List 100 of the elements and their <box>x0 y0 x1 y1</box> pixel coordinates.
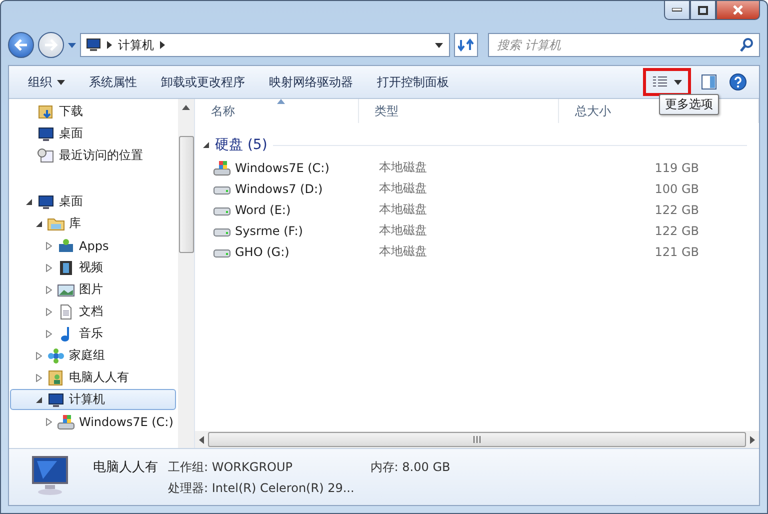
tree-item[interactable]: 音乐 <box>10 323 176 344</box>
collapsed-arrow-icon[interactable] <box>45 418 53 426</box>
close-button[interactable] <box>716 1 760 20</box>
detail-field: 工作组: WORKGROUP <box>168 459 358 476</box>
maximize-button[interactable] <box>690 1 716 20</box>
tooltip: 更多选项 <box>659 94 719 115</box>
computer-name: 电脑人人有 <box>93 459 158 476</box>
history-dropdown-icon[interactable] <box>68 42 76 48</box>
type-cell-text: 本地磁盘 <box>378 180 428 197</box>
homegroup-icon <box>47 348 65 364</box>
scroll-up-arrow-icon[interactable] <box>182 105 190 110</box>
desktop-icon <box>37 194 55 210</box>
breadcrumb-item[interactable]: 计算机 <box>118 36 154 54</box>
expanded-arrow-icon[interactable] <box>203 142 209 148</box>
favorite-item[interactable]: 最近访问的位置 <box>10 145 176 166</box>
toolbar-button[interactable]: 组织 <box>19 70 74 94</box>
system-drive-icon <box>213 160 231 176</box>
sort-arrow-icon <box>277 99 285 104</box>
back-button[interactable] <box>8 32 34 58</box>
desktop-icon <box>37 126 55 142</box>
horizontal-scrollbar[interactable] <box>195 431 759 448</box>
type-cell-text: 本地磁盘 <box>378 201 428 218</box>
type-cell-text: 本地磁盘 <box>378 222 428 239</box>
size-cell-text: 122 GB <box>654 202 699 216</box>
system-drive-icon <box>57 414 75 430</box>
maximize-icon <box>698 6 708 14</box>
help-button[interactable] <box>727 71 749 93</box>
view-options-button[interactable] <box>643 68 691 96</box>
file-name-cell[interactable]: Word (E:) <box>195 202 373 218</box>
forward-button[interactable] <box>38 32 64 58</box>
back-arrow-icon <box>14 39 28 51</box>
tree-item[interactable]: Apps <box>10 235 176 256</box>
computer-icon <box>85 38 101 52</box>
recent-places-icon <box>37 148 55 164</box>
download-folder-icon <box>37 104 55 120</box>
file-name-cell[interactable]: Sysrme (F:) <box>195 222 373 238</box>
size-cell-text: 119 GB <box>654 160 699 174</box>
chevron-icon <box>160 41 165 49</box>
column-header[interactable]: 类型 <box>358 99 559 123</box>
tree-item[interactable]: 计算机 <box>10 389 176 410</box>
close-icon <box>733 5 743 15</box>
search-icon[interactable] <box>740 38 754 52</box>
tree-item[interactable]: 图片 <box>10 279 176 300</box>
tree-item[interactable]: 桌面 <box>10 191 176 212</box>
library-folder-icon <box>47 216 65 232</box>
preview-pane-icon <box>701 74 717 90</box>
scroll-right-arrow-icon[interactable] <box>750 436 755 444</box>
collapsed-arrow-icon[interactable] <box>45 286 53 294</box>
detail-field: 处理器: Intel(R) Celeron(R) 29... <box>168 480 358 497</box>
expanded-arrow-icon[interactable] <box>25 198 33 204</box>
picture-icon <box>57 282 75 298</box>
type-cell-text: 本地磁盘 <box>378 243 428 260</box>
collapsed-arrow-icon[interactable] <box>45 330 53 338</box>
search-field[interactable]: 搜索 计算机 <box>488 33 760 57</box>
collapsed-arrow-icon[interactable] <box>45 264 53 272</box>
toolbar-button[interactable]: 映射网络驱动器 <box>260 70 362 94</box>
preview-pane-button[interactable] <box>699 72 719 92</box>
collapsed-arrow-icon[interactable] <box>45 308 53 316</box>
tree-item[interactable]: 家庭组 <box>10 345 176 366</box>
file-name-cell[interactable]: Windows7 (D:) <box>195 180 373 196</box>
column-header[interactable]: 名称 <box>195 99 359 123</box>
file-name-cell[interactable]: Windows7E (C:) <box>195 160 373 176</box>
grip-icon <box>473 436 481 443</box>
chevron-icon <box>107 41 112 49</box>
scroll-left-arrow-icon[interactable] <box>199 436 204 444</box>
tree-item[interactable]: 电脑人人有 <box>10 367 176 388</box>
caret-icon <box>674 80 682 84</box>
caret-icon <box>57 80 65 84</box>
toolbar-button[interactable]: 系统属性 <box>80 70 146 94</box>
briefcase-icon <box>57 238 75 254</box>
favorite-item[interactable]: 下载 <box>10 101 176 122</box>
favorite-item[interactable]: 桌面 <box>10 123 176 144</box>
help-icon <box>729 73 747 91</box>
minimize-button[interactable] <box>664 1 690 20</box>
dropdown-arrow-icon[interactable] <box>435 42 443 48</box>
tree-item[interactable]: 库 <box>10 213 176 234</box>
minimize-icon <box>672 8 682 12</box>
user-folder-icon <box>47 370 65 386</box>
toolbar-button[interactable]: 卸载或更改程序 <box>152 70 254 94</box>
expanded-arrow-icon[interactable] <box>35 396 43 402</box>
refresh-button[interactable] <box>454 33 478 57</box>
size-cell-text: 121 GB <box>654 244 699 258</box>
collapsed-arrow-icon[interactable] <box>35 374 43 382</box>
file-name-cell[interactable]: GHO (G:) <box>195 244 373 260</box>
expanded-arrow-icon[interactable] <box>35 220 43 226</box>
address-bar[interactable]: 计算机 <box>80 33 450 57</box>
size-cell-text: 122 GB <box>654 224 699 238</box>
details-view-icon <box>652 76 668 88</box>
toolbar-button[interactable]: 打开控制面板 <box>368 70 458 94</box>
tree-item[interactable]: 视频 <box>10 257 176 278</box>
refresh-icon <box>458 38 474 52</box>
vertical-scrollbar[interactable] <box>178 99 194 448</box>
tree-item[interactable]: Windows7E (C:) <box>10 411 176 432</box>
type-cell-text: 本地磁盘 <box>378 159 428 176</box>
collapsed-arrow-icon[interactable] <box>35 352 43 360</box>
group-header[interactable]: 硬盘 (5) <box>215 136 268 154</box>
forward-arrow-icon <box>44 39 58 51</box>
tree-item[interactable]: 文档 <box>10 301 176 322</box>
computer-icon <box>47 392 65 408</box>
collapsed-arrow-icon[interactable] <box>45 242 53 250</box>
